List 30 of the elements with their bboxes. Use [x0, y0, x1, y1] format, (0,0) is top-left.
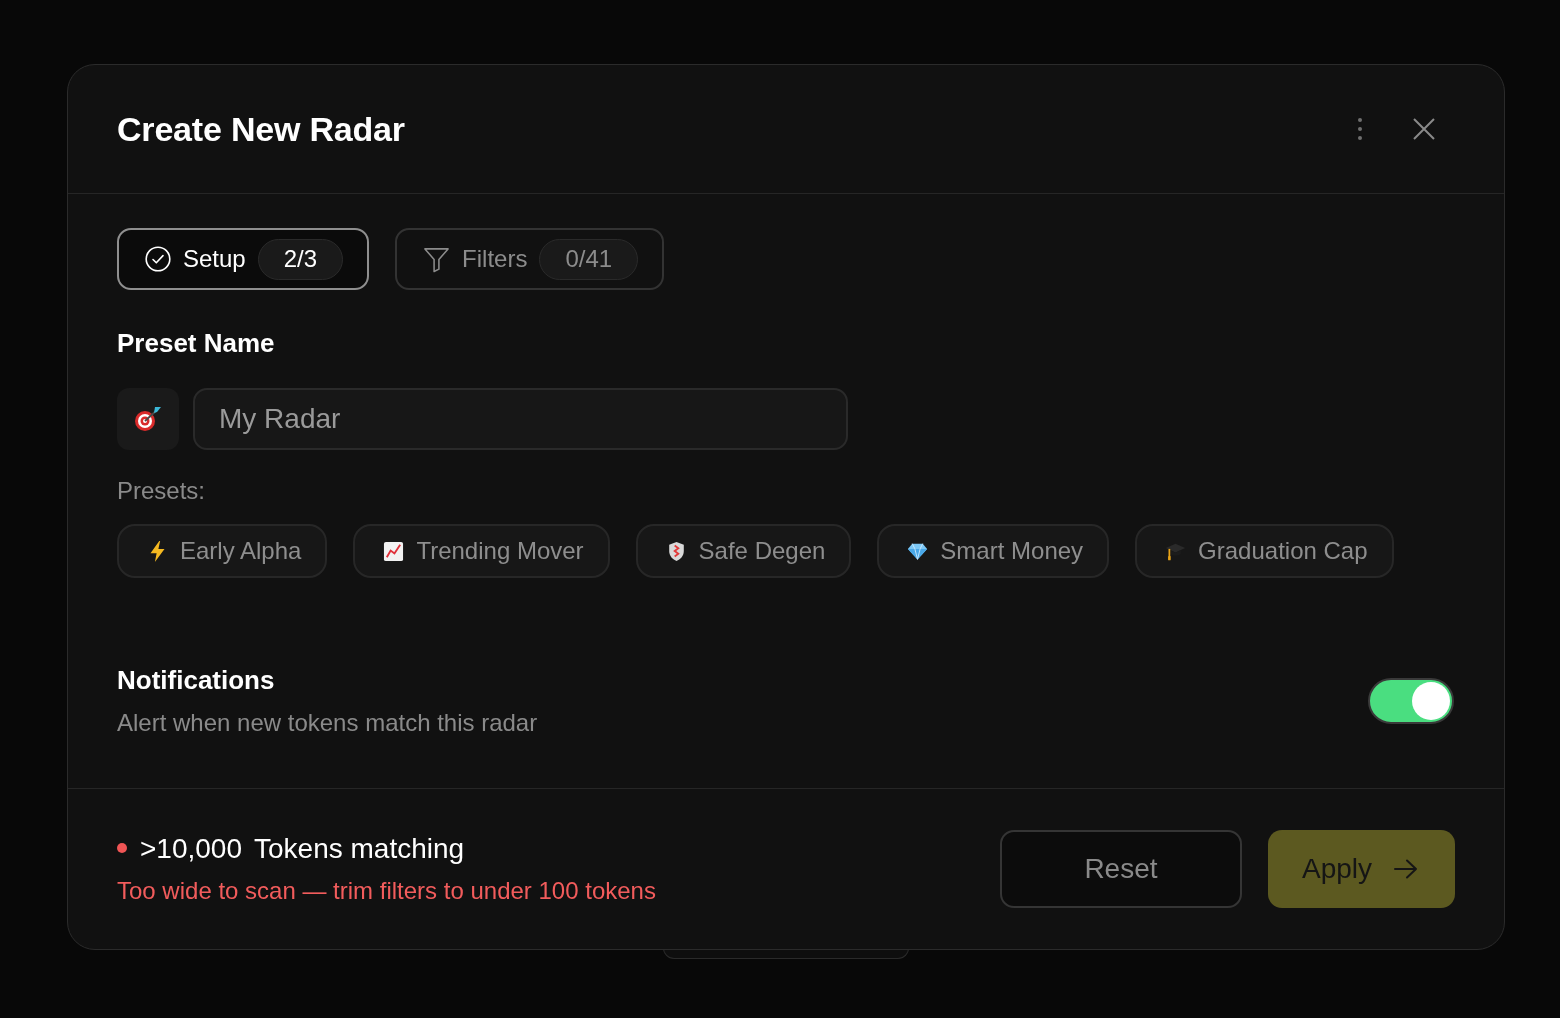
count-badge: 0/41 [539, 238, 639, 280]
token-count: >10,000 [140, 832, 242, 866]
target-icon [134, 406, 162, 432]
warning-message: Too wide to scan — trim filters to under 100 tokens [117, 876, 656, 906]
rising-chart-icon [383, 540, 405, 562]
preset-chip[interactable]: Early Alpha [117, 524, 328, 578]
check-circle-icon [145, 246, 171, 272]
emoji-picker-button[interactable] [117, 388, 179, 450]
preset-chip[interactable]: Graduation Cap [1135, 524, 1394, 578]
reset-button[interactable]: Reset [999, 830, 1242, 908]
diamond-icon [907, 540, 929, 562]
more-options-icon[interactable] [1357, 117, 1363, 141]
notifications-title: Notifications [117, 664, 276, 696]
preset-name-label: Preset Name [117, 327, 276, 359]
preset-chip[interactable]: Smart Money [877, 524, 1110, 578]
preset-chip[interactable]: Safe Degen [635, 524, 852, 578]
filter-icon [423, 245, 451, 273]
arrow-right-icon [1394, 859, 1418, 879]
notifications-description: Alert when new tokens match this radar [117, 708, 538, 738]
tab[interactable]: Filters 0/41 [395, 228, 665, 290]
count-badge: 2/3 [257, 238, 344, 280]
tab[interactable]: Setup 2/3 [117, 228, 370, 290]
status-dot-icon [117, 843, 127, 853]
preset-chip[interactable]: Trending Mover [353, 524, 610, 578]
close-icon[interactable] [1413, 118, 1435, 140]
preset-name-input[interactable]: My Radar [193, 388, 848, 450]
token-count-label: Tokens matching [254, 832, 465, 866]
dialog-title: Create New Radar [117, 109, 405, 149]
presets-label: Presets: [117, 476, 207, 506]
notifications-toggle[interactable] [1368, 678, 1454, 724]
